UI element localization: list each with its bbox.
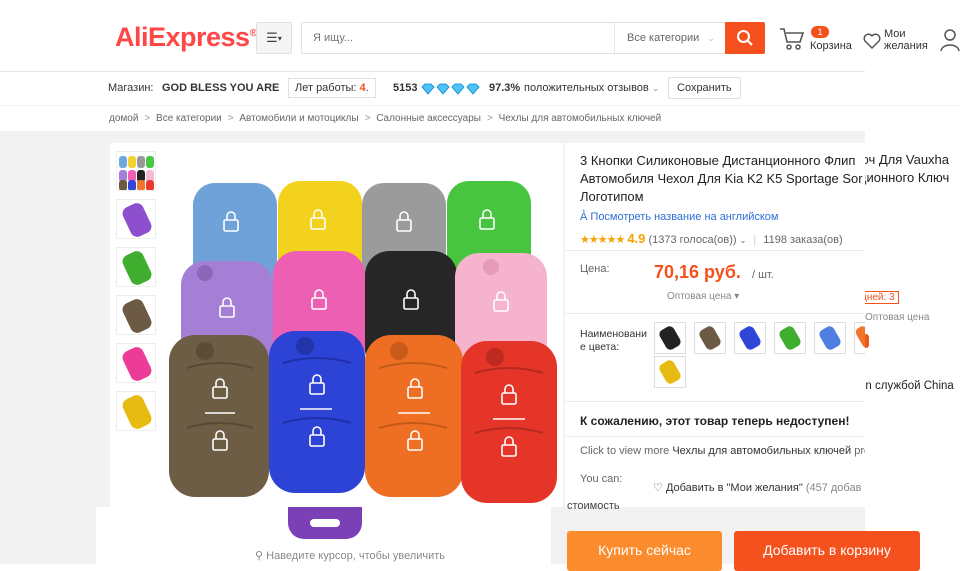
product-detail-panel: 3 Кнопки Силиконовые Дистанционного Флип… <box>565 143 865 507</box>
swatch-blue[interactable] <box>734 322 766 354</box>
view-more-text: Click to view more Чехлы для автомобильн… <box>580 445 865 457</box>
thumbnail-strip <box>110 143 165 508</box>
search-input[interactable] <box>302 23 614 53</box>
you-can-label: You can: <box>580 473 623 485</box>
store-name-link[interactable]: GOD BLESS YOU ARE <box>162 82 279 94</box>
swatch-green[interactable] <box>774 322 806 354</box>
positive-feedback-percent: 97.3% <box>489 82 521 94</box>
bg-title-fragment-2: ционного Ключ <box>865 170 950 185</box>
product-title: 3 Кнопки Силиконовые Дистанционного Флип… <box>580 153 863 204</box>
thumbnail-brown[interactable] <box>116 295 156 335</box>
rating-row: ★★★★★ 4.9 (1373 голоса(ов)) ⌄ | 1198 зака… <box>580 231 843 246</box>
breadcrumb-home[interactable]: домой <box>109 113 138 124</box>
background-page-layer: юч Для Vauxha ционного Ключ on службой C… <box>865 131 960 564</box>
store-info-bar: Магазин: GOD BLESS YOU ARE Лет работы: 4… <box>0 72 960 105</box>
cart-label: Корзина <box>810 40 852 52</box>
buy-now-button[interactable]: Купить сейчас <box>567 531 722 571</box>
price-label: Цена: <box>580 263 610 275</box>
view-more-category-link[interactable]: Чехлы для автомобильных ключей <box>672 445 851 457</box>
chevron-down-icon: ⌄ <box>707 33 715 43</box>
breadcrumb-interior-accessories[interactable]: Салонные аксессуары <box>376 113 481 124</box>
diamond-rating-icon <box>421 83 481 98</box>
thumbnail-green[interactable] <box>116 247 156 287</box>
divider <box>565 313 865 314</box>
votes-count[interactable]: (1373 голоса(ов)) <box>648 234 736 246</box>
swatch-yellow[interactable] <box>654 356 686 388</box>
translate-icon: A͛ <box>580 211 588 223</box>
thumbnail-purple[interactable] <box>116 199 156 239</box>
divider <box>565 250 865 251</box>
add-to-wishlist-button[interactable]: ♡ Добавить в "Мои желания" (457 добав <box>653 481 861 494</box>
user-icon[interactable] <box>940 28 960 57</box>
positive-feedback-label[interactable]: положительных отзывов ⌄ <box>524 82 659 94</box>
save-store-button[interactable]: Сохранить <box>668 77 741 99</box>
price-unit: / шт. <box>752 269 774 281</box>
wishlist-link[interactable]: Мои желания <box>862 26 938 56</box>
view-english-title-link[interactable]: A͛ Посмотреть название на английском <box>580 211 778 223</box>
wishlist-label: Мои желания <box>884 28 928 52</box>
store-years-badge: Лет работы: 4. <box>288 78 376 98</box>
divider <box>565 401 865 402</box>
caret-down-icon: ▾ <box>277 33 282 43</box>
zoom-hint: ⚲ Наведите курсор, чтобы увеличить <box>255 550 446 562</box>
unavailable-notice: К сожалению, этот товар теперь недоступе… <box>580 414 850 428</box>
divider <box>565 436 865 437</box>
cart-count-badge: 1 <box>811 26 829 38</box>
swatch-orange[interactable] <box>854 322 865 354</box>
star-rating-icon: ★★★★★ <box>580 234 625 246</box>
chevron-down-icon: ⌄ <box>651 83 660 93</box>
cart-icon <box>780 28 805 50</box>
chevron-down-icon: ⌄ <box>739 236 747 245</box>
bg-wholesale-label: Оптовая цена <box>865 312 930 323</box>
breadcrumb-all-categories[interactable]: Все категории <box>156 113 222 124</box>
search-bar: Все категории⌄ <box>301 22 765 54</box>
search-button[interactable] <box>725 22 765 54</box>
magnifier-icon: ⚲ <box>255 550 264 562</box>
price-value: 70,16 руб. <box>654 262 741 282</box>
aliexpress-logo[interactable]: AliExpress® <box>115 22 257 53</box>
add-to-cart-button[interactable]: Добавить в корзину <box>734 531 920 571</box>
rating-score: 4.9 <box>627 231 646 246</box>
wholesale-price-toggle[interactable]: Оптовая цена ▾ <box>667 291 739 302</box>
heart-icon <box>863 33 881 50</box>
swatch-brown[interactable] <box>694 322 726 354</box>
heart-plus-icon: ♡ <box>653 482 663 494</box>
bg-china-text: on службой China <box>865 380 954 392</box>
swatch-black[interactable] <box>654 322 686 354</box>
category-menu-button[interactable]: ☰ ▾ <box>256 22 292 54</box>
search-icon <box>737 30 753 46</box>
breadcrumb-key-covers[interactable]: Чехлы для автомобильных ключей <box>499 113 662 124</box>
color-label: Наименовани е цвета: <box>580 328 647 353</box>
hamburger-icon: ☰ <box>266 30 278 45</box>
store-label: Магазин: <box>108 82 154 94</box>
swatch-light-blue[interactable] <box>814 322 846 354</box>
thumbnail-yellow[interactable] <box>116 391 156 431</box>
store-score: 5153 <box>393 82 418 94</box>
search-category-select[interactable]: Все категории ⌄ <box>614 23 724 53</box>
product-main-image[interactable] <box>165 143 563 507</box>
bg-cost-text: стоимость <box>567 500 620 512</box>
thumbnail-multicolor[interactable] <box>116 151 156 191</box>
bg-title-fragment-1: юч Для Vauxha <box>865 152 950 167</box>
breadcrumb-auto-moto[interactable]: Автомобили и мотоциклы <box>239 113 358 124</box>
site-header: AliExpress® ☰▾ Все категории⌄ 1 Корзина … <box>0 0 960 72</box>
caret-down-icon: ▾ <box>734 291 740 302</box>
thumbnail-pink[interactable] <box>116 343 156 383</box>
breadcrumb: домой > Все категории > Автомобили и мотоц… <box>0 105 960 131</box>
orders-count: 1198 заказа(ов) <box>763 234 843 246</box>
cart-link[interactable]: 1 Корзина <box>778 22 858 56</box>
